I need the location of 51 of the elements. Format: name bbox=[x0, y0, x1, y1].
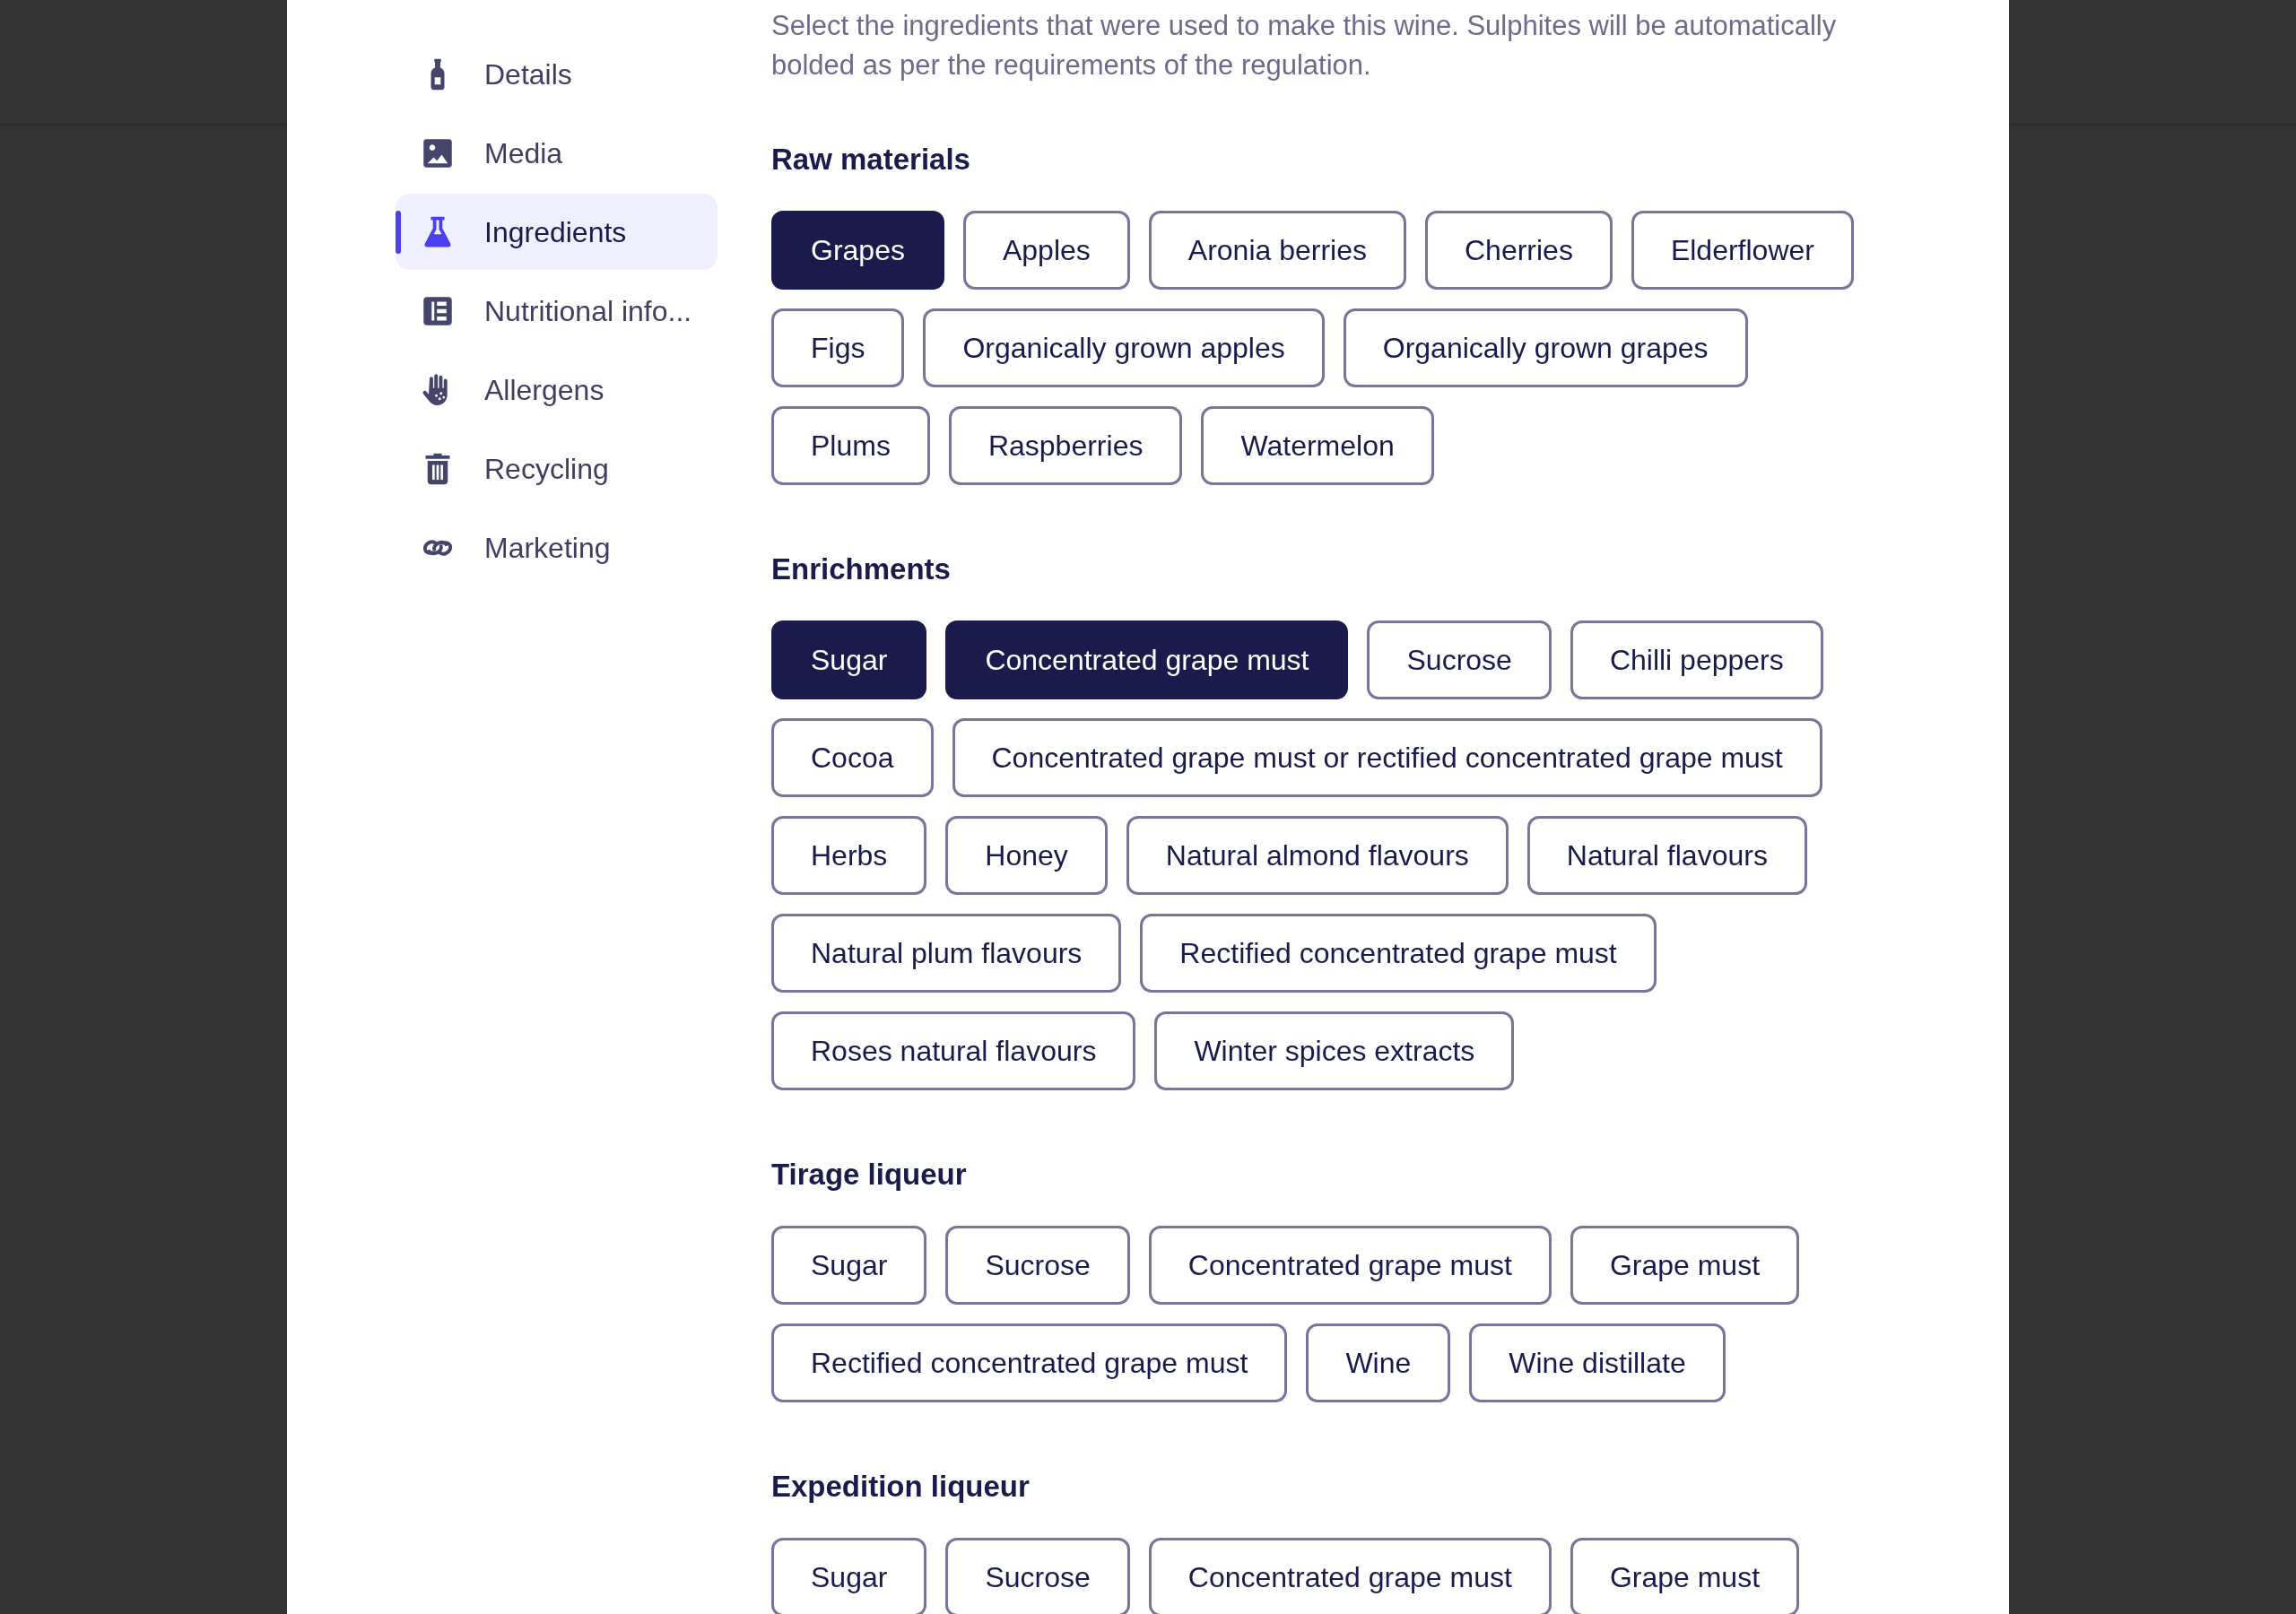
ingredient-chip[interactable]: Organically grown apples bbox=[923, 308, 1325, 387]
ingredient-chip[interactable]: Concentrated grape must bbox=[1148, 1226, 1552, 1305]
ingredient-chip[interactable]: Concentrated grape must bbox=[1148, 1538, 1552, 1614]
sidebar-item[interactable]: Details bbox=[396, 36, 718, 112]
ingredient-chip[interactable]: Natural almond flavours bbox=[1126, 816, 1509, 895]
ingredient-chip[interactable]: Figs bbox=[771, 308, 905, 387]
ingredient-chip[interactable]: Wine bbox=[1306, 1323, 1451, 1402]
sidebar-item[interactable]: Recycling bbox=[396, 430, 718, 507]
sidebar-item[interactable]: Marketing bbox=[396, 509, 718, 586]
ingredient-chip[interactable]: Concentrated grape must or rectified concentrated grape must bbox=[952, 718, 1822, 797]
ingredient-chip[interactable]: Natural plum flavours bbox=[771, 914, 1122, 993]
ingredient-chip[interactable]: Natural flavours bbox=[1526, 816, 1807, 895]
ingredient-chip[interactable]: Plums bbox=[771, 406, 930, 485]
ingredient-chip[interactable]: Grapes bbox=[771, 211, 944, 290]
ingredient-chip[interactable]: Grape must bbox=[1570, 1538, 1800, 1614]
ingredient-chip[interactable]: Sucrose bbox=[945, 1226, 1130, 1305]
ingredient-chip[interactable]: Honey bbox=[945, 816, 1108, 895]
ingredient-chip[interactable]: Sugar bbox=[771, 1226, 927, 1305]
ingredient-chip[interactable]: Wine distillate bbox=[1469, 1323, 1726, 1402]
ingredient-chip[interactable]: Concentrated grape must bbox=[945, 620, 1349, 699]
ingredient-chip[interactable]: Cherries bbox=[1425, 211, 1613, 290]
ingredient-chip[interactable]: Raspberries bbox=[948, 406, 1183, 485]
section-heading: Raw materials bbox=[771, 142, 970, 178]
ingredient-chip[interactable]: Watermelon bbox=[1201, 406, 1434, 485]
ingredient-chip[interactable]: Roses natural flavours bbox=[771, 1011, 1136, 1090]
ingredient-chip[interactable]: Organically grown grapes bbox=[1343, 308, 1748, 387]
ingredient-chip[interactable]: Sugar bbox=[771, 1538, 927, 1614]
ingredient-chip[interactable]: Rectified concentrated grape must bbox=[1140, 914, 1657, 993]
sidebar-item[interactable]: Media bbox=[396, 115, 718, 191]
ingredient-chip[interactable]: Cocoa bbox=[771, 718, 934, 797]
ingredient-chip[interactable]: Elderflower bbox=[1631, 211, 1854, 290]
section-heading: Expedition liqueur bbox=[771, 1469, 1030, 1505]
sidebar-item[interactable]: Allergens bbox=[396, 351, 718, 428]
ingredient-chip[interactable]: Winter spices extracts bbox=[1154, 1011, 1515, 1090]
section-heading: Enrichments bbox=[771, 551, 951, 587]
ingredient-chip[interactable]: Herbs bbox=[771, 816, 927, 895]
ingredient-chip[interactable]: Apples bbox=[962, 211, 1130, 290]
selection-indicator bbox=[396, 211, 401, 254]
ingredient-chip[interactable]: Aronia berries bbox=[1148, 211, 1406, 290]
section-heading: Tirage liqueur bbox=[771, 1157, 967, 1193]
ingredient-chip[interactable]: Rectified concentrated grape must bbox=[771, 1323, 1288, 1402]
list-icon bbox=[422, 294, 454, 327]
ingredient-chip[interactable]: Sucrose bbox=[945, 1538, 1130, 1614]
image-icon bbox=[422, 136, 454, 169]
description-text: Select the ingredients that were used to make this wine. Sulphites will be automatically bolded as per the requirements of the regulation. bbox=[771, 9, 1838, 82]
ingredient-chip[interactable]: Sugar bbox=[771, 620, 927, 699]
sidebar-item[interactable]: Nutritional info... bbox=[396, 273, 718, 349]
sidebar-item[interactable]: Ingredients bbox=[396, 194, 718, 270]
ingredient-chip[interactable]: Grape must bbox=[1570, 1226, 1800, 1305]
ingredient-chip[interactable]: Chilli peppers bbox=[1570, 620, 1823, 699]
ingredient-chip[interactable]: Sucrose bbox=[1367, 620, 1552, 699]
